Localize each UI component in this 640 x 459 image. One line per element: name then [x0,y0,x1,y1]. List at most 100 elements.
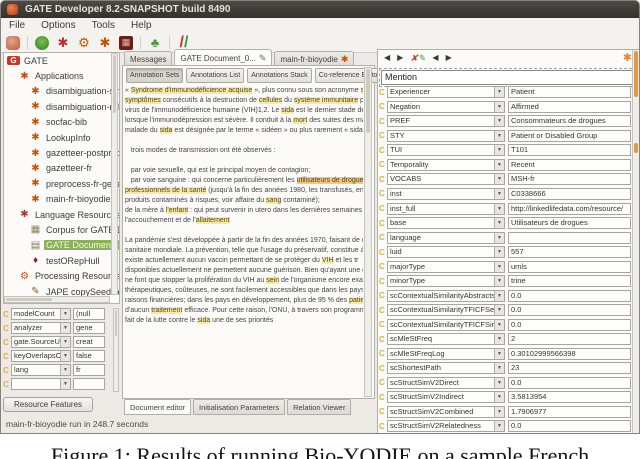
annotation-highlight[interactable]: sida [197,317,210,324]
feature-value-field[interactable]: Patient [508,86,631,98]
tree-item-language-resources[interactable]: ✱Language Resources [4,207,119,222]
scroll-thumb[interactable] [634,51,638,97]
feature-value-field[interactable]: Consommateurs de drogues [508,115,631,127]
next-annotation-icon[interactable]: ▶ [446,54,452,62]
feature-key-select[interactable]: Temporality▼ [387,159,505,171]
viewer-button-annotations-stack[interactable]: Annotations Stack [247,68,311,83]
param-key-select[interactable]: analyzer▼ [11,322,71,334]
feature-value-field[interactable]: 3.5813954 [508,391,631,403]
annotation-highlight[interactable]: professionnels de la santé [125,187,206,194]
tree-item-testorephull[interactable]: ♦testORepHull [4,253,119,268]
previous-annotation-icon[interactable]: ◀ [432,54,438,62]
feature-value-field[interactable]: Utilisateurs de drogues [508,217,631,229]
next-boundary-icon[interactable]: ▶ [397,54,403,62]
new-processing-resource-icon[interactable]: ⚙ [77,36,91,50]
tab-main-fr-bioyodie[interactable]: main-fr-bioyodie✱ [274,51,354,66]
datastore-icon[interactable]: ▦ [119,36,133,50]
feature-key-select[interactable]: inst▼ [387,188,505,200]
bottom-tab-relation-viewer[interactable]: Relation Viewer [287,399,351,415]
param-value-field[interactable]: creat [73,336,105,348]
document-scrollbar[interactable] [364,67,372,397]
tree-item-socfac-bib[interactable]: ✱socfac-bib [4,115,119,130]
annotation-highlight[interactable]: sida [160,127,173,134]
gate-logo-icon[interactable] [6,36,20,50]
feature-key-select[interactable]: scShortestPath▼ [387,362,505,374]
feature-key-select[interactable]: TUI▼ [387,144,505,156]
tree-item-preprocess-fr-generic[interactable]: ✱preprocess-fr-generic [4,176,119,191]
annotation-highlight[interactable]: sida [281,107,294,114]
param-value-field[interactable]: false [73,350,105,362]
annotation-highlight[interactable]: allaitement [196,217,230,224]
scroll-thumb[interactable] [113,55,116,113]
feature-value-field[interactable]: umls [508,261,631,273]
feature-value-field[interactable]: T101 [508,144,631,156]
feature-value-field[interactable]: Recent [508,159,631,171]
feature-key-select[interactable]: scMleStFreq▼ [387,333,505,345]
annotation-editor-scrollbar[interactable] [632,50,639,433]
annotation-highlight[interactable]: Syndrome d'immunodéficience acquise [131,87,253,94]
annotation-highlight[interactable]: sein [266,277,279,284]
feature-key-select[interactable]: STY▼ [387,130,505,142]
param-value-field[interactable]: gene [73,322,105,334]
feature-key-select[interactable]: base▼ [387,217,505,229]
feature-key-select[interactable]: scStructSimV2Indirect▼ [387,391,505,403]
new-application-icon[interactable]: ✱ [98,36,112,50]
annotation-highlight[interactable]: symptômes [125,97,161,104]
feature-value-field[interactable]: 0.0 [508,377,631,389]
annotation-highlight[interactable]: système immunitaire [294,97,358,104]
tree-item-disambiguation-ml-appl[interactable]: ✱disambiguation-ml-appl [4,99,119,114]
feature-key-select[interactable]: PREF▼ [387,115,505,127]
feature-value-field[interactable]: 23 [508,362,631,374]
document-text-area[interactable]: « Syndrome d'immunodéficience acquise »,… [125,86,363,328]
feature-key-select[interactable]: VOCABS▼ [387,173,505,185]
tree-item-disambiguation-simple[interactable]: ✱disambiguation-simple [4,84,119,99]
feature-value-field[interactable]: trine [508,275,631,287]
feature-key-select[interactable]: minorType▼ [387,275,505,287]
tree-item-gate-document-00015[interactable]: ▤GATE Document_00015 [4,238,119,253]
param-key-select[interactable]: ▼ [11,378,71,390]
viewer-button-annotation-sets[interactable]: Annotation Sets [126,68,183,83]
scroll-thumb[interactable] [366,69,370,133]
new-language-resource-icon[interactable]: ✱ [56,36,70,50]
plugin-manager-icon[interactable]: ♣ [148,36,162,50]
feature-key-select[interactable]: inst_full▼ [387,203,505,215]
feature-key-select[interactable]: language▼ [387,232,505,244]
param-value-field[interactable]: (null [73,308,105,320]
feature-value-field[interactable]: Affirmed [508,101,631,113]
annotation-highlight[interactable]: utilisateurs de drogues [297,177,363,184]
load-annie-icon[interactable] [35,36,49,50]
tree-item-gate[interactable]: GGATE [4,53,119,68]
edit-annotation-icon[interactable]: ✘✎ [410,54,425,63]
annotation-highlight[interactable]: traitement [151,307,182,314]
feature-value-field[interactable]: 0.0 [508,319,631,331]
bottom-tab-document-editor[interactable]: Document editor [124,399,191,415]
viewer-button-co-reference-editor[interactable]: Co-reference Editor [315,68,384,83]
feature-value-field[interactable]: 0.0 [508,304,631,316]
tab-messages[interactable]: Messages [124,51,172,66]
feature-value-field[interactable]: 2 [508,333,631,345]
feature-key-select[interactable]: Negation▼ [387,101,505,113]
tree-item-corpus-for-gate-docum[interactable]: ▦Corpus for GATE Docum [4,222,119,237]
viewer-button-annotations-list[interactable]: Annotations List [186,68,244,83]
feature-value-field[interactable]: 0.0 [508,290,631,302]
feature-value-field[interactable]: 1.7906977 [508,406,631,418]
tree-vertical-scrollbar[interactable] [111,53,118,295]
annotation-highlight[interactable]: patients [349,297,363,304]
params-scrollbar[interactable] [113,308,119,392]
bottom-tab-initialisation-parameters[interactable]: Initialisation Parameters [193,399,285,415]
feature-value-field[interactable]: 0.0 [508,420,631,432]
feature-key-select[interactable]: scMleStFreqLog▼ [387,348,505,360]
tree-item-gazetteer-fr[interactable]: ✱gazetteer-fr [4,161,119,176]
tree-horizontal-scrollbar[interactable] [4,296,110,303]
tree-item-main-fr-bioyodie[interactable]: ✱main-fr-bioyodie [4,192,119,207]
param-key-select[interactable]: keyOverlapsOnly▼ [11,350,71,362]
annotation-highlight[interactable]: cellules [259,97,282,104]
feature-value-field[interactable]: C0338666 [508,188,631,200]
annotation-highlight[interactable]: VIH [322,257,334,264]
menu-tools[interactable]: Tools [84,18,123,33]
tab-gate-document-0[interactable]: GATE Document_0...✎ [174,49,272,66]
tree-item-processing-resources[interactable]: ⚙Processing Resources [4,268,119,283]
scroll-thumb[interactable] [115,310,117,336]
feature-key-select[interactable]: scStructSimV2Combined▼ [387,406,505,418]
feature-key-select[interactable]: luid▼ [387,246,505,258]
